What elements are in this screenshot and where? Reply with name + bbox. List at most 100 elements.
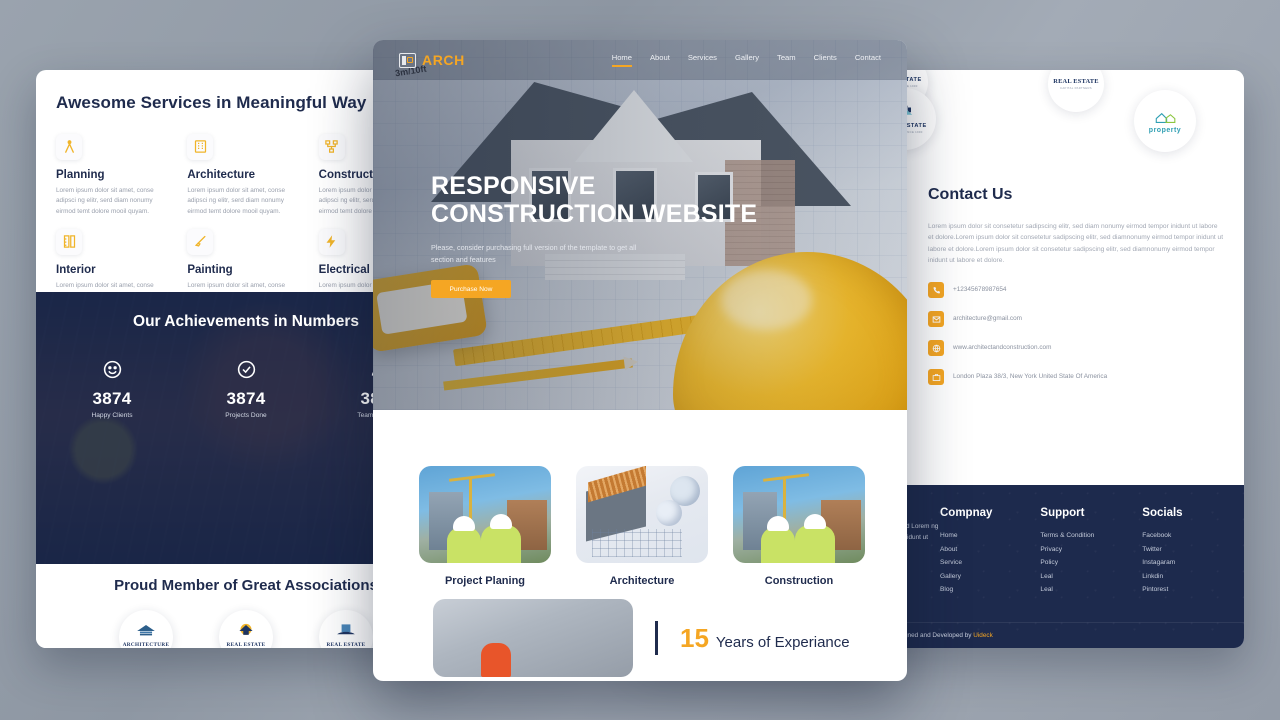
contact-detail-email[interactable]: architecture@gmail.com	[928, 311, 1224, 328]
stat-label: Projects Done	[225, 412, 267, 420]
briefcase-icon	[928, 369, 944, 386]
service-cards-row: Project Planing Architecture Constructio…	[373, 410, 907, 587]
hero-subtext: Please, consider purchasing full version…	[431, 243, 637, 264]
worker-figure	[447, 527, 481, 563]
experience-section: 15 Years of Experiance	[373, 595, 907, 681]
footer-link[interactable]: Gallery	[940, 573, 992, 580]
service-desc: Lorem ipsum dolor sit amet, conse adipsc…	[187, 186, 286, 215]
architecture-logo-icon	[137, 625, 155, 636]
hero-headline: RESPONSIVE CONSTRUCTION WEBSITE	[431, 172, 758, 228]
footer-link[interactable]: Linkdin	[1142, 573, 1182, 580]
partner-name: property	[1148, 127, 1182, 134]
stat-label: Happy Clients	[91, 412, 133, 420]
brand-logo[interactable]: ARCH	[399, 52, 465, 68]
crane-mast	[469, 478, 472, 522]
worker-figure	[795, 525, 835, 563]
property-house-icon	[1155, 112, 1176, 123]
footer-link[interactable]: Privacy	[1040, 546, 1094, 553]
contact-detail-text: London Plaza 38/3, New York United State…	[953, 373, 1108, 381]
service-desc: Lorem ipsum dolor sit amet, conse adipsc…	[56, 186, 154, 215]
service-name: Architecture	[187, 168, 256, 181]
contact-detail-text: www.architectandconstruction.com	[953, 344, 1052, 352]
partner-logo[interactable]: property	[1134, 90, 1196, 152]
partner-name: REAL ESTATE	[1053, 78, 1099, 85]
footer-column-company: Compnay Home About Service Gallery Blog	[940, 507, 992, 600]
service-card-image	[576, 466, 708, 563]
footer-link[interactable]: Facebook	[1142, 532, 1182, 539]
footer-heading: Socials	[1142, 507, 1183, 519]
worker-figure	[481, 525, 521, 563]
worker-figure	[761, 527, 795, 563]
main-website-panel: 3m/10ft ARCH Home About Services Gallery…	[373, 40, 907, 681]
arch-logo-icon	[399, 52, 416, 68]
service-name: Planning	[56, 168, 105, 181]
nav-item-services[interactable]: Services	[688, 53, 717, 67]
footer-link[interactable]: Pintorest	[1142, 586, 1182, 593]
experience-label: Years of Experiance	[715, 633, 850, 651]
check-icon	[207, 356, 285, 382]
rolled-blueprint	[656, 500, 682, 526]
partner-sub: CAPITAL PARTNERS	[1060, 86, 1092, 90]
stat-value: 3874	[92, 389, 132, 409]
contact-detail-address[interactable]: London Plaza 38/3, New York United State…	[928, 369, 1224, 386]
nav-item-contact[interactable]: Contact	[855, 53, 881, 67]
contact-detail-website[interactable]: www.architectandconstruction.com	[928, 340, 1224, 357]
footer-link[interactable]: Service	[940, 559, 992, 566]
service-card-image	[733, 466, 865, 563]
nav-item-home[interactable]: Home	[611, 53, 633, 67]
purchase-now-button[interactable]: Purchase Now	[431, 280, 511, 299]
footer-link[interactable]: Terms & Condition	[1040, 532, 1094, 539]
footer-credit-name[interactable]: Uideck	[973, 632, 993, 639]
service-card-image	[419, 466, 551, 563]
footer-link[interactable]: About	[940, 546, 992, 553]
footer-link[interactable]: Policy	[1040, 559, 1094, 566]
nav-item-clients[interactable]: Clients	[814, 53, 837, 67]
service-item-planning[interactable]: Planning Lorem ipsum dolor sit amet, con…	[56, 133, 173, 217]
service-card-construction[interactable]: Construction	[733, 466, 865, 587]
service-card-project-planing[interactable]: Project Planing	[419, 466, 551, 587]
footer-link[interactable]: Leal	[1040, 573, 1094, 580]
service-name: Painting	[187, 263, 233, 276]
nav-links: Home About Services Gallery Team Clients…	[611, 53, 881, 67]
contact-info: Contact Us Lorem ipsum dolor sit consete…	[928, 186, 1224, 398]
compass-icon	[56, 133, 82, 160]
stat-happy-clients: 3874 Happy Clients	[73, 356, 151, 419]
smiley-icon	[73, 356, 151, 382]
service-name: Interior	[56, 263, 96, 276]
partner-logo[interactable]: REAL ESTATE CAPITAL PARTNERS	[1048, 70, 1104, 112]
stat-value: 3874	[226, 389, 266, 409]
footer-link[interactable]: Instagaram	[1142, 559, 1182, 566]
footer-column-support: Support Terms & Condition Privacy Policy…	[1040, 507, 1094, 600]
real-estate-logo-icon	[337, 624, 355, 635]
footer-column-socials: Socials Facebook Twitter Instagaram Link…	[1142, 507, 1182, 600]
association-logo[interactable]: REAL ESTATE COMPANY SLOGAN	[319, 609, 373, 648]
globe-icon	[928, 340, 944, 357]
nav-item-team[interactable]: Team	[777, 53, 796, 67]
contact-detail-text: +12345678987654	[953, 286, 1007, 294]
contact-title: Contact Us	[928, 186, 1013, 203]
crane-shape	[762, 473, 810, 482]
experience-number: 15	[680, 622, 709, 653]
nav-item-about[interactable]: About	[650, 53, 670, 67]
envelope-icon	[928, 311, 944, 328]
footer-link[interactable]: Twitter	[1142, 546, 1182, 553]
service-card-architecture[interactable]: Architecture	[576, 466, 708, 587]
crane-shape	[448, 473, 496, 482]
service-item-architecture[interactable]: Architecture Lorem ipsum dolor sit amet,…	[187, 133, 304, 217]
experience-image	[433, 599, 633, 677]
association-logo[interactable]: ARCHITECTURE GROUP STUDIO	[119, 609, 173, 648]
floorplan-lines	[592, 529, 682, 557]
footer-link[interactable]: Leal	[1040, 586, 1094, 593]
stat-projects-done: 3874 Projects Done	[207, 356, 285, 419]
contact-detail-phone[interactable]: +12345678987654	[928, 282, 1224, 299]
footer-link[interactable]: Home	[940, 532, 992, 539]
association-logo[interactable]: REAL ESTATE BUILDING SINCE 1990	[219, 609, 273, 648]
contact-detail-text: architecture@gmail.com	[953, 315, 1022, 323]
contact-body-text: Lorem ipsum dolor sit consetetur sadipsc…	[928, 223, 1224, 264]
footer-heading: Support	[1040, 507, 1085, 519]
footer-link[interactable]: Blog	[940, 586, 992, 593]
sitemap-icon	[318, 133, 345, 160]
nav-item-gallery[interactable]: Gallery	[735, 53, 759, 67]
phone-icon	[928, 282, 944, 299]
hero-copy: RESPONSIVE CONSTRUCTION WEBSITE Please, …	[431, 172, 771, 299]
